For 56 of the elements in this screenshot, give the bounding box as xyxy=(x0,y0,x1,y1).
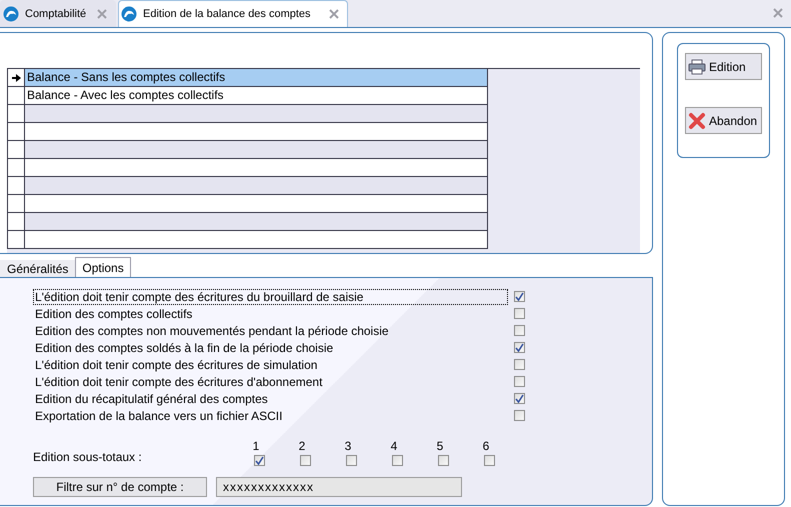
section-tab[interactable]: Options xyxy=(75,257,131,277)
app-logo-icon xyxy=(3,6,19,22)
checkbox[interactable] xyxy=(346,455,356,466)
option-label: Edition des comptes non mouvementés pendant la période choisie xyxy=(34,322,390,338)
tab-label: Edition de la balance des comptes xyxy=(143,8,312,20)
row-header xyxy=(7,123,25,141)
checkbox[interactable] xyxy=(484,455,494,466)
checkbox[interactable] xyxy=(438,455,448,466)
subtotals-label: Edition sous-totaux : xyxy=(33,450,143,466)
row-pointer-icon xyxy=(12,74,20,82)
level-number: 3 xyxy=(344,440,352,452)
option-label: Edition des comptes soldés à la fin de la période choisie xyxy=(34,340,334,356)
section-tab[interactable]: Généralités xyxy=(0,260,76,277)
printer-icon xyxy=(688,58,706,74)
filter-button[interactable]: Filtre sur n° de compte : xyxy=(33,477,207,497)
cancel-button[interactable]: Abandon xyxy=(685,107,762,134)
document-tab[interactable]: Edition de la balance des comptes xyxy=(118,0,348,27)
tab-label: Comptabilité xyxy=(25,8,88,20)
checkbox[interactable] xyxy=(514,291,525,302)
close-icon[interactable] xyxy=(97,9,107,19)
checkbox[interactable] xyxy=(514,376,525,387)
option-label: Exportation de la balance vers un fichier ASCII xyxy=(34,408,284,424)
checkbox[interactable] xyxy=(392,455,402,466)
checkbox[interactable] xyxy=(514,410,525,421)
account-filter-field[interactable]: xxxxxxxxxxxxx xyxy=(216,477,462,497)
checkbox[interactable] xyxy=(514,308,525,319)
checkbox[interactable] xyxy=(254,455,264,466)
row-header xyxy=(7,177,25,195)
print-button[interactable]: Edition xyxy=(685,53,762,80)
row-header xyxy=(7,195,25,213)
level-number: 1 xyxy=(252,440,260,452)
checkbox[interactable] xyxy=(514,359,525,370)
cancel-icon xyxy=(688,112,706,130)
option-label: L'édition doit tenir compte des écritures d'abonnement xyxy=(34,374,324,390)
list-row[interactable]: Balance - Sans les comptes collectifs xyxy=(25,69,488,87)
option-label: Edition des comptes collectifs xyxy=(34,306,194,322)
checkbox[interactable] xyxy=(300,455,310,466)
row-header xyxy=(7,213,25,231)
row-header xyxy=(7,159,25,177)
level-number: 5 xyxy=(436,440,444,452)
close-icon[interactable] xyxy=(329,9,339,19)
level-number: 4 xyxy=(390,440,398,452)
checkbox[interactable] xyxy=(514,342,525,353)
close-icon[interactable] xyxy=(773,8,783,18)
option-label: L'édition doit tenir compte des écritures de simulation xyxy=(34,356,318,372)
document-tab[interactable]: Comptabilité xyxy=(0,0,116,27)
checkbox[interactable] xyxy=(514,325,525,336)
option-label: Edition du récapitulatif général des comptes xyxy=(34,390,269,406)
row-header xyxy=(7,105,25,123)
option-label: L'édition doit tenir compte des écritures du brouillard de saisie xyxy=(33,288,508,304)
checkbox[interactable] xyxy=(514,393,525,404)
row-header xyxy=(7,141,25,159)
level-number: 2 xyxy=(298,440,306,452)
list-row[interactable]: Balance - Avec les comptes collectifs xyxy=(25,87,488,105)
app-logo-icon xyxy=(121,6,137,22)
level-number: 6 xyxy=(482,440,490,452)
